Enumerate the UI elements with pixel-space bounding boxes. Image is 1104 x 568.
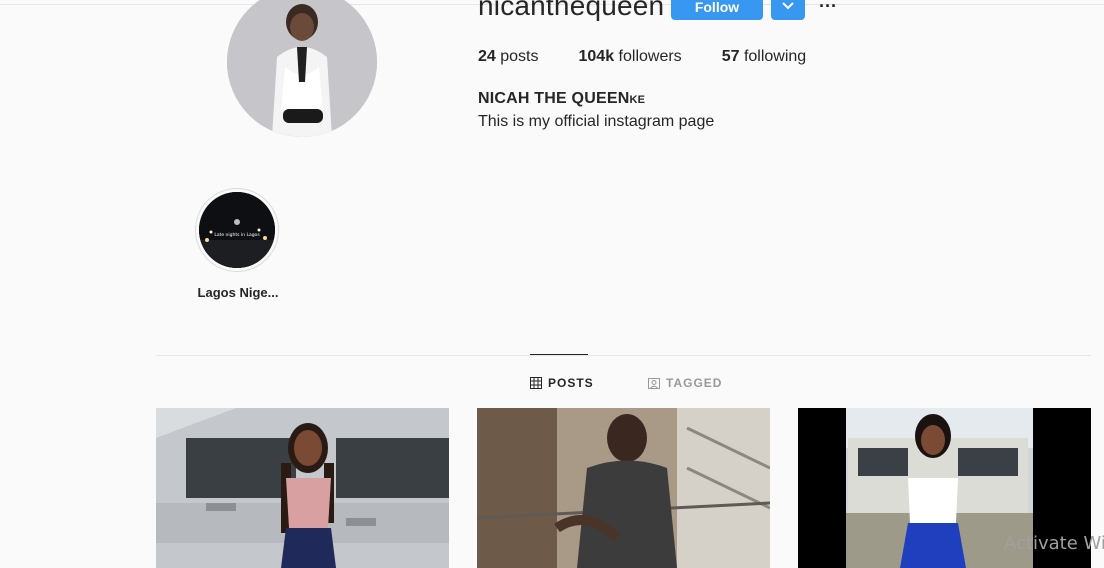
- profile-stats: 24 posts 104k followers 57 following: [478, 48, 846, 66]
- suggested-dropdown-button[interactable]: [771, 0, 805, 20]
- profile-bio: This is my official instagram page: [478, 113, 715, 130]
- activate-windows-watermark: Activate Wi: [1004, 533, 1104, 554]
- full-name-suffix: KE: [629, 94, 646, 106]
- post-thumbnail[interactable]: [477, 408, 770, 568]
- active-tab-indicator: [530, 354, 588, 355]
- followers-count: 104k: [578, 48, 615, 65]
- profile-username: nicanthequeen: [478, 0, 665, 21]
- grid-icon: [530, 377, 542, 389]
- chevron-down-icon: [782, 2, 794, 10]
- followers-label: followers: [618, 48, 682, 65]
- section-divider: [156, 355, 1091, 356]
- following-count: 57: [721, 48, 740, 65]
- tab-tagged[interactable]: TAGGED: [648, 376, 722, 390]
- night-road-icon: Late nights in Lagos: [199, 192, 275, 268]
- more-options-icon[interactable]: ···: [819, 0, 837, 17]
- profile-avatar[interactable]: [227, 0, 377, 137]
- photo-woman-on-balcony: [477, 408, 770, 568]
- tab-posts[interactable]: POSTS: [530, 376, 594, 390]
- following-stat[interactable]: 57 following: [722, 48, 807, 66]
- full-name-text: NICAH THE QUEEN: [478, 90, 630, 107]
- tab-posts-label: POSTS: [548, 376, 594, 390]
- posts-stat: 24 posts: [478, 48, 539, 66]
- story-highlight[interactable]: Late nights in Lagos: [195, 188, 279, 272]
- avatar-photo: [227, 0, 377, 137]
- follow-button[interactable]: Follow: [671, 0, 763, 20]
- followers-stat[interactable]: 104k followers: [579, 48, 682, 66]
- posts-count: 24: [478, 48, 496, 65]
- post-thumbnail[interactable]: [156, 408, 449, 568]
- photo-woman-by-silver-car: [156, 408, 449, 568]
- thumbnail-caption: Late nights in Lagos: [214, 232, 260, 238]
- profile-full-name: NICAH THE QUEENKE: [478, 90, 645, 108]
- tagged-icon: [648, 377, 660, 389]
- following-label: following: [743, 48, 807, 65]
- highlight-thumbnail: Late nights in Lagos: [199, 192, 275, 268]
- posts-label: posts: [500, 48, 539, 65]
- tab-tagged-label: TAGGED: [666, 376, 723, 390]
- highlight-label: Lagos Nige...: [197, 285, 279, 300]
